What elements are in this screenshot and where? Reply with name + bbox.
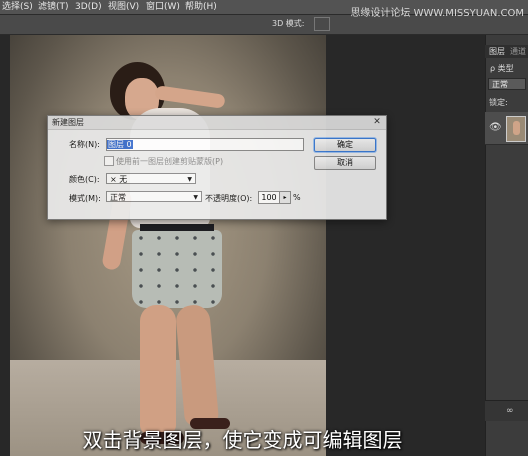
close-icon[interactable]: ✕ — [371, 117, 383, 128]
clip-mask-checkbox[interactable] — [104, 156, 114, 166]
chevron-down-icon: ▼ — [187, 176, 192, 183]
color-select-value: 无 — [119, 175, 128, 184]
person-belt — [140, 224, 214, 231]
name-input-value: 图层 0 — [107, 140, 133, 149]
new-layer-dialog: 新建图层 ✕ 名称(N): 图层 0 使用前一图层创建剪贴蒙版(P) 颜色(C)… — [47, 115, 387, 220]
3d-mode-label: 3D 模式: — [272, 19, 305, 28]
3d-tool-icon[interactable] — [314, 17, 330, 31]
cancel-button[interactable]: 取消 — [314, 156, 376, 170]
menu-3d[interactable]: 3D(D) — [75, 0, 102, 14]
opacity-stepper-icon[interactable]: ▸ — [279, 191, 291, 204]
mode-select-value: 正常 — [110, 193, 126, 202]
menu-window[interactable]: 窗口(W) — [146, 0, 180, 14]
lock-label: 锁定: — [489, 98, 508, 107]
link-layers-icon[interactable]: ∞ — [506, 406, 514, 416]
menu-view[interactable]: 视图(V) — [108, 0, 139, 14]
person-shorts — [132, 230, 222, 308]
dialog-title: 新建图层 — [48, 116, 386, 130]
blend-mode-select[interactable]: 正常 — [488, 78, 526, 90]
color-swatch-icon: × — [110, 175, 117, 184]
mode-select[interactable]: 正常 ▼ — [106, 191, 202, 202]
layer-thumbnail[interactable] — [506, 116, 526, 142]
menu-help[interactable]: 帮助(H) — [185, 0, 217, 14]
tab-layers[interactable]: 图层 — [489, 46, 505, 57]
chevron-down-icon: ▼ — [193, 194, 198, 201]
visibility-eye-icon[interactable]: 👁 — [489, 122, 502, 133]
color-select[interactable]: × 无 ▼ — [106, 173, 196, 184]
ok-button[interactable]: 确定 — [314, 138, 376, 152]
subtitle-caption: 双击背景图层，使它变成可编辑图层 — [82, 428, 403, 452]
person-leg-left — [140, 305, 176, 435]
name-label: 名称(N): — [69, 140, 100, 149]
opacity-label: 不透明度(O): — [205, 194, 253, 203]
clip-mask-label: 使用前一图层创建剪贴蒙版(P) — [116, 157, 224, 166]
name-input[interactable]: 图层 0 — [106, 138, 304, 151]
layer-filter-kind[interactable]: ρ 类型 — [490, 63, 514, 74]
opacity-input[interactable]: 100 — [258, 191, 280, 204]
menu-select[interactable]: 选择(S) — [2, 0, 33, 14]
watermark: 思缘设计论坛 WWW.MISSYUAN.COM — [350, 8, 524, 19]
opacity-unit: % — [293, 193, 301, 202]
tab-channels[interactable]: 通道 — [510, 46, 526, 57]
color-label: 颜色(C): — [69, 175, 100, 184]
menu-filter[interactable]: 滤镜(T) — [38, 0, 69, 14]
mode-label: 模式(M): — [69, 194, 101, 203]
